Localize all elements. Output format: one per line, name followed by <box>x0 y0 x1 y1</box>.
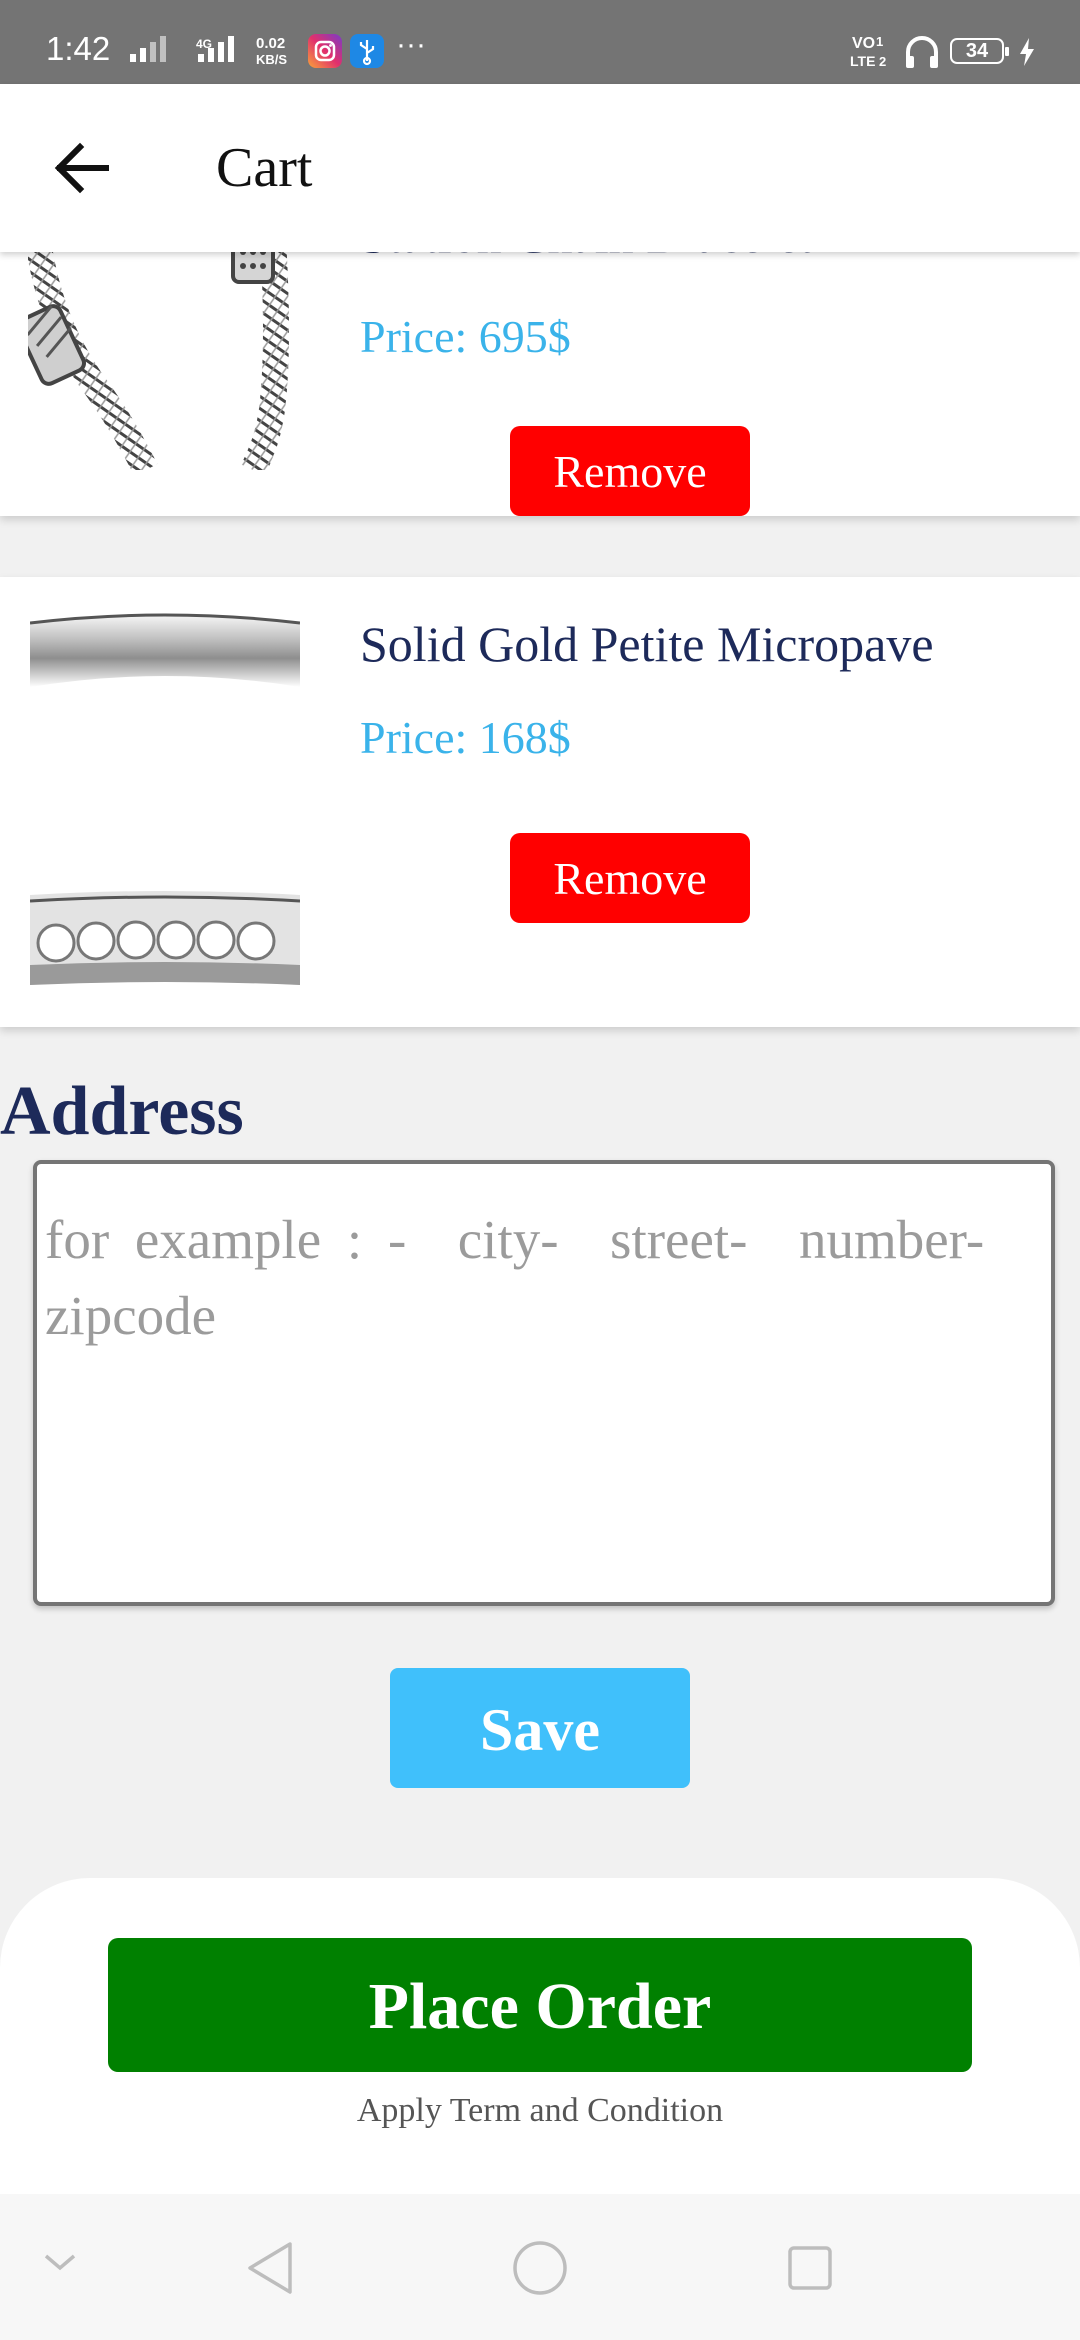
address-input[interactable] <box>37 1164 1051 1602</box>
address-field[interactable] <box>33 1160 1055 1606</box>
product-title: Solid Gold Petite Micropave <box>360 616 934 672</box>
remove-button[interactable]: Remove <box>510 833 750 923</box>
cart-item: Station Chain Bracelet Price: 695$ Remov… <box>0 207 1080 516</box>
volte-label: VO <box>852 35 876 52</box>
checkout-panel: Place Order Apply Term and Condition <box>0 1878 1080 2194</box>
instagram-icon <box>308 34 342 68</box>
bracelet-image <box>28 240 308 470</box>
product-price: Price: 168$ <box>360 712 571 763</box>
home-circle-icon[interactable] <box>512 2240 568 2301</box>
signal-icon-sim2 <box>198 36 234 62</box>
back-triangle-icon[interactable] <box>246 2240 294 2301</box>
ring-image <box>30 605 300 1011</box>
status-time: 1:42 <box>46 30 111 67</box>
remove-button[interactable]: Remove <box>510 426 750 516</box>
cart-item: Solid Gold Petite Micropave Price: 168$ … <box>0 577 1080 1027</box>
headphones-icon <box>902 32 942 77</box>
recents-square-icon[interactable] <box>786 2244 834 2297</box>
status-bar: 1:42 4G 0.02 KB/S ··· VO 1 LTE 2 34 <box>0 0 1080 84</box>
network-speed-unit: KB/S <box>256 52 288 67</box>
app-bar: Cart <box>0 84 1080 252</box>
chevron-down-icon[interactable] <box>42 2250 78 2279</box>
save-address-button[interactable]: Save <box>390 1668 690 1788</box>
sim-1-label: 1 <box>876 34 884 49</box>
charging-icon <box>1018 38 1036 71</box>
place-order-button[interactable]: Place Order <box>108 1938 972 2072</box>
terms-link[interactable]: Apply Term and Condition <box>0 2092 1080 2130</box>
product-price: Price: 695$ <box>360 311 571 362</box>
usb-icon <box>350 34 384 68</box>
system-navigation-bar <box>0 2194 1080 2340</box>
signal-icon <box>130 36 166 62</box>
network-speed-value: 0.02 <box>256 35 286 52</box>
sim-2-label: 2 <box>879 54 887 69</box>
battery-icon: 34 <box>950 38 1009 64</box>
address-heading: Address <box>0 1073 244 1150</box>
more-notifications-icon: ··· <box>396 28 426 61</box>
page-title: Cart <box>216 137 313 199</box>
lte-label: LTE <box>850 53 876 69</box>
back-arrow-icon[interactable] <box>52 141 112 195</box>
